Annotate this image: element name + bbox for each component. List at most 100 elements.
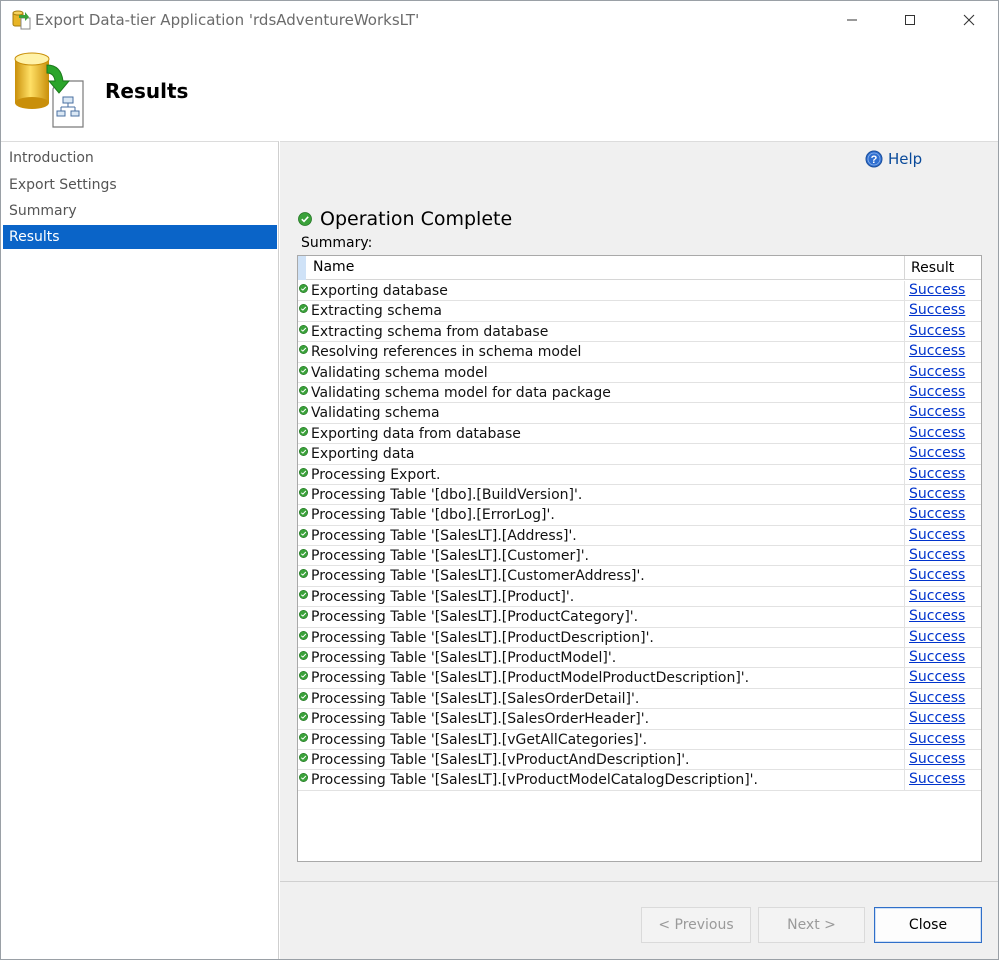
row-result-link[interactable]: Success bbox=[904, 301, 981, 322]
row-result-link[interactable]: Success bbox=[904, 362, 981, 383]
row-result-link[interactable]: Success bbox=[904, 505, 981, 526]
table-row: Exporting database Success bbox=[298, 281, 981, 302]
wizard-header: Results bbox=[1, 39, 998, 141]
table-row: Extracting schema Success bbox=[298, 301, 981, 322]
success-icon bbox=[299, 324, 308, 334]
row-name: Validating schema model for data package bbox=[311, 384, 611, 401]
export-dialog: Export Data-tier Application 'rdsAdventu… bbox=[0, 0, 999, 960]
operation-status: Operation Complete bbox=[298, 208, 512, 230]
success-icon bbox=[299, 589, 308, 599]
table-row: Processing Table '[SalesLT].[ProductMode… bbox=[298, 668, 981, 689]
row-result-link[interactable]: Success bbox=[904, 709, 981, 730]
table-row: Processing Table '[SalesLT].[ProductCate… bbox=[298, 607, 981, 628]
sidebar-item-summary[interactable]: Summary bbox=[3, 199, 277, 223]
row-name: Processing Table '[SalesLT].[CustomerAdd… bbox=[311, 568, 645, 585]
database-export-icon bbox=[14, 52, 84, 128]
table-row: Processing Table '[dbo].[BuildVersion]'.… bbox=[298, 484, 981, 506]
app-icon bbox=[12, 10, 31, 30]
success-icon bbox=[299, 447, 308, 457]
row-result-link[interactable]: Success bbox=[904, 525, 981, 546]
table-row: Processing Table '[SalesLT].[vProductMod… bbox=[298, 770, 981, 791]
row-result-link[interactable]: Success bbox=[904, 607, 981, 628]
column-header-result[interactable]: Result bbox=[904, 256, 981, 280]
results-panel: ? Help Operation Complete Summary: Name … bbox=[280, 141, 998, 881]
success-icon bbox=[299, 345, 308, 355]
maximize-icon bbox=[905, 15, 915, 25]
previous-button[interactable]: < Previous bbox=[641, 907, 751, 943]
sidebar-item-export-settings[interactable]: Export Settings bbox=[3, 173, 277, 197]
row-result-link[interactable]: Success bbox=[904, 749, 981, 770]
row-result-link[interactable]: Success bbox=[904, 729, 981, 750]
window-title: Export Data-tier Application 'rdsAdventu… bbox=[35, 11, 420, 29]
sidebar-item-introduction[interactable]: Introduction bbox=[3, 146, 277, 170]
success-icon bbox=[299, 691, 308, 701]
success-icon bbox=[299, 385, 308, 395]
row-name: Processing Table '[SalesLT].[ProductDesc… bbox=[311, 629, 654, 646]
success-icon bbox=[299, 773, 308, 783]
table-row: Exporting data from database Success bbox=[298, 423, 981, 445]
row-name: Processing Table '[dbo].[ErrorLog]'. bbox=[311, 507, 555, 524]
row-result-link[interactable]: Success bbox=[904, 586, 981, 607]
svg-text:?: ? bbox=[871, 154, 878, 166]
table-row: Processing Table '[SalesLT].[Product]'. S… bbox=[298, 586, 981, 608]
row-name: Processing Export. bbox=[311, 466, 441, 483]
close-button[interactable]: Close bbox=[874, 907, 982, 943]
row-name: Processing Table '[SalesLT].[ProductCate… bbox=[311, 609, 639, 626]
success-icon bbox=[299, 569, 308, 579]
table-row: Processing Table '[SalesLT].[CustomerAdd… bbox=[298, 566, 981, 587]
row-name: Processing Table '[SalesLT].[Customer]'. bbox=[311, 548, 589, 565]
minimize-button[interactable] bbox=[823, 1, 881, 39]
success-icon bbox=[299, 610, 308, 620]
row-result-link[interactable]: Success bbox=[904, 382, 981, 403]
row-result-link[interactable]: Success bbox=[904, 444, 981, 465]
row-result-link[interactable]: Success bbox=[904, 770, 981, 791]
table-row: Processing Table '[SalesLT].[Customer]'.… bbox=[298, 546, 981, 567]
row-result-link[interactable]: Success bbox=[904, 484, 981, 505]
table-row: Processing Table '[SalesLT].[ProductMode… bbox=[298, 648, 981, 669]
row-name: Resolving references in schema model bbox=[311, 344, 582, 361]
row-result-link[interactable]: Success bbox=[904, 688, 981, 709]
row-result-link[interactable]: Success bbox=[904, 321, 981, 342]
maximize-button[interactable] bbox=[881, 1, 939, 39]
close-icon bbox=[963, 14, 975, 26]
table-row: Validating schema model for data package… bbox=[298, 382, 981, 404]
success-icon bbox=[299, 549, 308, 559]
row-result-link[interactable]: Success bbox=[904, 281, 981, 301]
minimize-icon bbox=[847, 19, 857, 21]
success-icon bbox=[299, 487, 308, 497]
row-name: Processing Table '[SalesLT].[Product]'. bbox=[311, 588, 575, 605]
row-result-link[interactable]: Success bbox=[904, 423, 981, 444]
row-result-link[interactable]: Success bbox=[904, 342, 981, 363]
sidebar-item-results[interactable]: Results bbox=[3, 225, 277, 249]
row-result-link[interactable]: Success bbox=[904, 566, 981, 587]
success-icon bbox=[299, 365, 308, 375]
close-window-button[interactable] bbox=[940, 1, 998, 39]
help-label: Help bbox=[888, 150, 923, 168]
page-title: Results bbox=[105, 79, 189, 103]
table-row: Processing Table '[SalesLT].[vGetAllCate… bbox=[298, 729, 981, 750]
row-result-link[interactable]: Success bbox=[904, 464, 981, 485]
row-result-link[interactable]: Success bbox=[904, 403, 981, 424]
next-button[interactable]: Next > bbox=[758, 907, 865, 943]
row-result-link[interactable]: Success bbox=[904, 546, 981, 567]
success-icon bbox=[299, 467, 308, 477]
row-name: Processing Table '[SalesLT].[SalesOrderH… bbox=[311, 711, 650, 728]
table-header: Name Result bbox=[298, 256, 981, 280]
help-link[interactable]: ? Help bbox=[865, 150, 922, 168]
help-icon: ? bbox=[865, 150, 883, 168]
row-name: Extracting schema from database bbox=[311, 323, 549, 340]
row-name: Processing Table '[SalesLT].[Address]'. bbox=[311, 527, 577, 544]
row-name: Validating schema bbox=[311, 405, 440, 422]
table-row: Processing Table '[SalesLT].[ProductDesc… bbox=[298, 627, 981, 649]
table-body: Exporting database Success Extracting sche… bbox=[298, 281, 981, 791]
row-result-link[interactable]: Success bbox=[904, 668, 981, 689]
row-name: Processing Table '[SalesLT].[vProductAnd… bbox=[311, 751, 690, 768]
results-table: Name Result Exporting database Success Ext… bbox=[297, 255, 982, 862]
success-icon bbox=[299, 426, 308, 436]
row-result-link[interactable]: Success bbox=[904, 648, 981, 669]
success-icon bbox=[299, 732, 308, 742]
success-icon bbox=[299, 651, 308, 661]
column-header-name[interactable]: Name bbox=[313, 259, 354, 275]
row-result-link[interactable]: Success bbox=[904, 627, 981, 648]
table-row: Processing Export. Success bbox=[298, 464, 981, 485]
